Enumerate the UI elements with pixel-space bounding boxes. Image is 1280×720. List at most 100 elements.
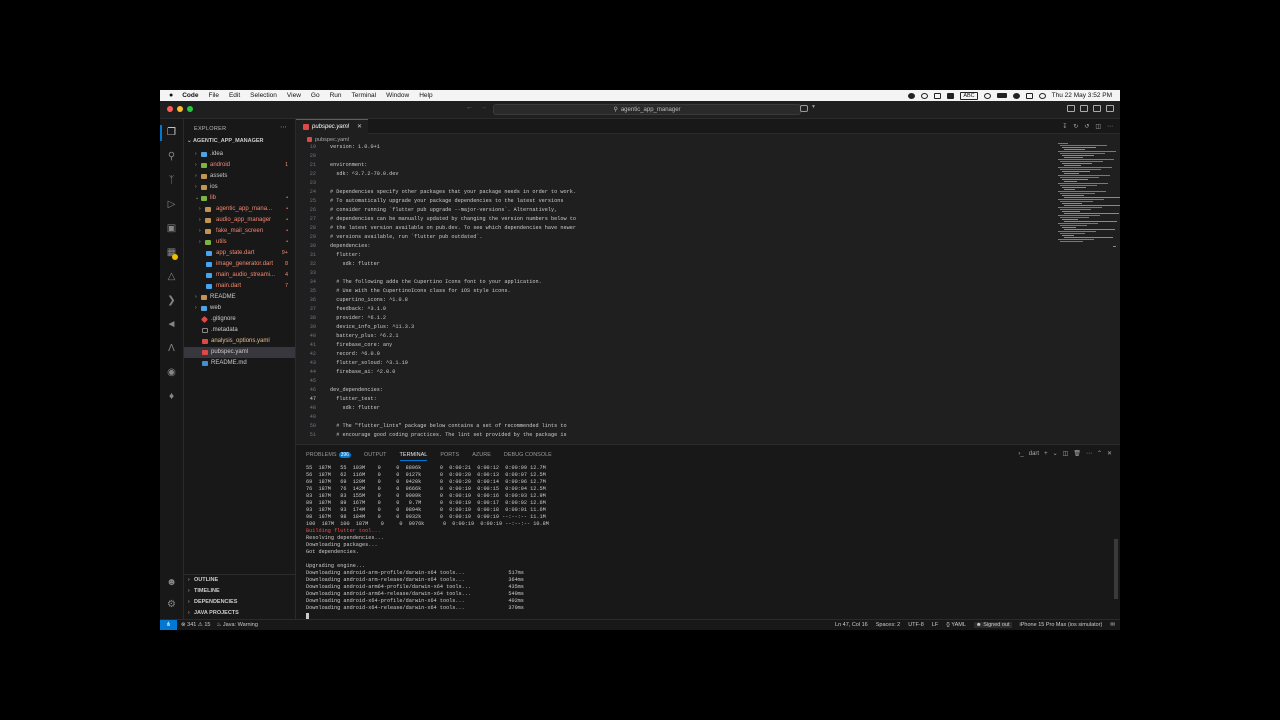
tree-item-metadata[interactable]: .metadata — [184, 325, 295, 336]
app-menu[interactable]: Code — [177, 92, 203, 99]
encoding[interactable]: UTF-8 — [908, 622, 924, 628]
tab-pubspec-yaml[interactable]: pubspec.yaml ✕ — [296, 119, 368, 134]
java-status[interactable]: ♨ Java: Warning — [216, 622, 257, 628]
tree-item-main-audio-streaming[interactable]: main_audio_streami... 4 — [184, 270, 295, 281]
tab-azure[interactable]: AZURE — [472, 452, 491, 458]
toggle-secondary-sidebar-icon[interactable] — [1093, 105, 1101, 112]
problems-status[interactable]: ⊗ 341 ⚠ 15 — [181, 622, 210, 628]
source-control-icon[interactable]: ᛉ — [166, 175, 177, 186]
tab-ports[interactable]: PORTS — [440, 452, 459, 458]
screen-icon[interactable] — [934, 92, 942, 99]
workspace-root-folder[interactable]: ⌄ AGENTIC_APP_MANAGER — [187, 138, 264, 144]
download-icon[interactable]: ↧ — [1062, 123, 1067, 130]
tree-item-pubspec-yaml[interactable]: pubspec.yaml — [184, 347, 295, 358]
input-source-indicator[interactable]: ABC — [960, 91, 978, 100]
menu-terminal[interactable]: Terminal — [347, 92, 382, 99]
explorer-icon[interactable]: ❐ — [166, 127, 177, 138]
notifications-icon[interactable]: ✉ — [1110, 622, 1115, 628]
tab-terminal[interactable]: TERMINAL — [399, 452, 427, 461]
control-center-icon[interactable] — [1025, 92, 1033, 99]
more-actions-icon[interactable]: ⋯ — [1107, 123, 1113, 130]
search-icon[interactable]: ⚲ — [166, 151, 177, 162]
tree-item-ios[interactable]: › ios — [184, 182, 295, 193]
code-editor[interactable]: 19 version: 1.0.0+1 20 21 environment: 22 sdk… — [296, 143, 1056, 443]
split-editor-icon[interactable]: ◫ — [1095, 123, 1101, 130]
github-icon[interactable]: ◉ — [166, 367, 177, 378]
record-icon[interactable] — [908, 92, 916, 99]
extensions-icon[interactable]: ▦ — [166, 247, 178, 260]
tree-item-readme-folder[interactable]: › README — [184, 292, 295, 303]
tree-item-assets[interactable]: › assets — [184, 171, 295, 182]
end-of-line[interactable]: LF — [932, 622, 938, 628]
battery-icon[interactable] — [996, 93, 1007, 98]
more-actions-icon[interactable]: ⋯ — [1086, 450, 1092, 457]
arrow-right-icon[interactable]: → — [480, 104, 487, 111]
remote-explorer-icon[interactable]: ▣ — [166, 223, 177, 234]
tree-item-fake-mail-screen[interactable]: › fake_mail_screen • — [184, 226, 295, 237]
command-center-search[interactable]: ⚲ agentic_app_manager — [493, 104, 801, 115]
menu-window[interactable]: Window — [381, 92, 414, 99]
menu-edit[interactable]: Edit — [224, 92, 245, 99]
refresh-icon[interactable]: ↻ — [1073, 123, 1078, 130]
zoom-window-button[interactable] — [187, 106, 193, 112]
menu-run[interactable]: Run — [325, 92, 347, 99]
dependencies-section[interactable]: › DEPENDENCIES — [184, 597, 295, 608]
gear-icon[interactable]: ⚙ — [166, 599, 177, 610]
cursor-position[interactable]: Ln 47, Col 16 — [835, 622, 868, 628]
bluetooth-icon[interactable] — [983, 92, 991, 99]
gemini-icon[interactable]: ♦ — [166, 391, 177, 402]
menu-help[interactable]: Help — [414, 92, 437, 99]
account-icon[interactable]: ☻ — [166, 577, 177, 588]
chevron-down-icon[interactable]: ⌄ — [1053, 450, 1058, 457]
close-icon[interactable]: ✕ — [1107, 450, 1112, 457]
run-debug-icon[interactable]: ▷ — [166, 199, 177, 210]
device-selector[interactable]: iPhone 15 Pro Max (ios simulator) — [1020, 622, 1103, 628]
trash-icon[interactable]: 🗑 — [1073, 450, 1081, 457]
more-actions-icon[interactable]: ⋯ — [280, 123, 287, 131]
remote-indicator-icon[interactable]: ⋔ — [160, 620, 177, 630]
chevron-down-icon[interactable]: ▼ — [811, 104, 816, 110]
close-icon[interactable]: ✕ — [357, 123, 362, 130]
minimap[interactable] — [1056, 143, 1120, 243]
tree-item-image-generator-dart[interactable]: image_generator.dart 8 — [184, 259, 295, 270]
menubar-clock[interactable]: Thu 22 May 3:52 PM — [1052, 92, 1112, 99]
tab-output[interactable]: OUTPUT — [364, 452, 387, 458]
flutter-icon[interactable]: ❯ — [166, 295, 177, 306]
maximize-panel-icon[interactable]: ⌃ — [1097, 450, 1102, 457]
split-terminal-icon[interactable]: ◫ — [1063, 450, 1069, 457]
breadcrumb-item[interactable]: pubspec.yaml — [315, 137, 349, 143]
menu-view[interactable]: View — [282, 92, 306, 99]
sync-icon[interactable]: ↺ — [1084, 123, 1089, 130]
docker-icon[interactable]: ◄ — [166, 319, 177, 330]
minimize-window-button[interactable] — [177, 106, 183, 112]
tree-item-web[interactable]: › web — [184, 303, 295, 314]
tab-debug-console[interactable]: DEBUG CONSOLE — [504, 452, 552, 458]
terminal-output[interactable]: 55 187M 55 103M 0 0 8806k 0 0:00:21 0:00… — [306, 465, 1106, 619]
close-window-button[interactable] — [167, 106, 173, 112]
timeline-section[interactable]: › TIMELINE — [184, 586, 295, 597]
tree-item-gitignore[interactable]: .gitignore — [184, 314, 295, 325]
java-projects-section[interactable]: › JAVA PROJECTS — [184, 608, 295, 619]
outline-section[interactable]: › OUTLINE — [184, 575, 295, 586]
copilot-icon[interactable] — [800, 105, 808, 112]
tree-item-idea[interactable]: › .idea — [184, 149, 295, 160]
terminal-name[interactable]: dart — [1029, 451, 1039, 457]
menu-go[interactable]: Go — [306, 92, 325, 99]
arrow-left-icon[interactable]: ← — [466, 104, 473, 111]
new-terminal-icon[interactable]: + — [1044, 451, 1048, 457]
tree-item-utils[interactable]: › utils • — [184, 237, 295, 248]
language-mode[interactable]: {} YAML — [946, 622, 966, 628]
play-icon[interactable] — [921, 92, 929, 99]
wifi-icon[interactable] — [1012, 92, 1020, 99]
indentation[interactable]: Spaces: 2 — [876, 622, 900, 628]
tree-item-analysis-options[interactable]: analysis_options.yaml — [184, 336, 295, 347]
tree-item-app-state-dart[interactable]: app_state.dart 9+ — [184, 248, 295, 259]
toggle-primary-sidebar-icon[interactable] — [1067, 105, 1075, 112]
azure-icon[interactable]: Λ — [166, 343, 177, 354]
tree-item-readme-md[interactable]: README.md — [184, 358, 295, 369]
menu-selection[interactable]: Selection — [245, 92, 282, 99]
tree-item-lib[interactable]: ⌄ lib • — [184, 193, 295, 204]
menu-file[interactable]: File — [203, 92, 223, 99]
tab-problems[interactable]: PROBLEMS 396 — [306, 452, 351, 458]
toggle-panel-icon[interactable] — [1080, 105, 1088, 112]
